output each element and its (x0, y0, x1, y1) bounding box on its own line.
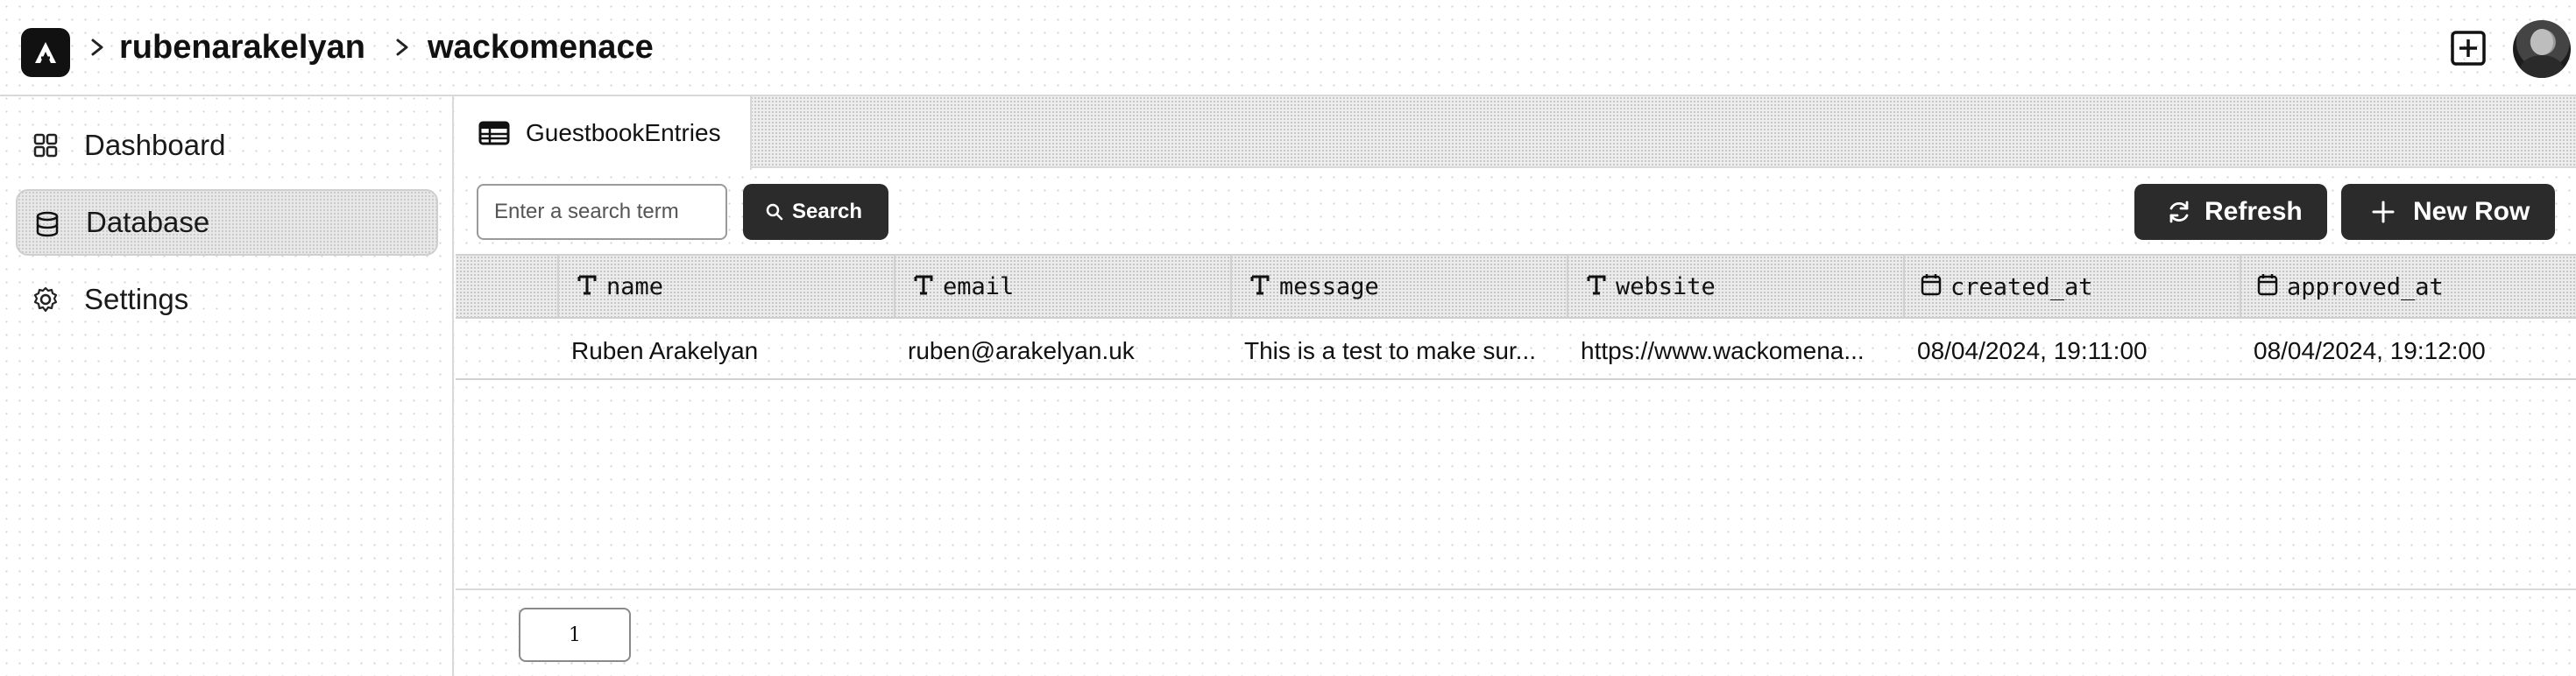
sidebar-item-dashboard[interactable]: Dashboard (16, 112, 438, 179)
cell-approved-at[interactable]: 08/04/2024, 19:12:00 (2254, 336, 2569, 366)
refresh-button-label: Refresh (2204, 197, 2303, 226)
cell-website[interactable]: https://www.wackomena... (1581, 336, 1898, 366)
tab-label: GuestbookEntries (526, 119, 721, 146)
refresh-icon (2169, 201, 2189, 223)
sidebar-item-database[interactable]: Database (16, 189, 438, 256)
table-row[interactable]: Ruben Arakelyan ruben@arakelyan.uk This … (456, 319, 2576, 380)
new-row-button-label: New Row (2413, 197, 2530, 226)
cell-name[interactable]: Ruben Arakelyan (571, 336, 887, 366)
text-type-icon (1249, 274, 1270, 302)
database-icon (36, 211, 59, 237)
column-header-approved-at[interactable]: approved_at (2257, 273, 2444, 303)
calendar-icon (2257, 273, 2278, 303)
cell-email[interactable]: ruben@arakelyan.uk (908, 336, 1223, 366)
logo-icon (35, 42, 56, 63)
sidebar: Dashboard Database Settings (0, 96, 454, 676)
refresh-button[interactable]: Refresh (2134, 184, 2327, 240)
text-type-icon (577, 274, 598, 302)
chevron-right-icon (393, 30, 414, 65)
gear-icon (33, 286, 58, 313)
avatar[interactable] (2513, 20, 2571, 78)
breadcrumb-account[interactable]: rubenarakelyan (119, 26, 365, 68)
chevron-right-icon (88, 30, 109, 65)
plus-icon (2372, 201, 2395, 223)
search-button-label: Search (792, 200, 863, 223)
tab-guestbookentries[interactable]: GuestbookEntries (456, 96, 752, 170)
search-icon (766, 203, 783, 221)
column-header-name[interactable]: name (577, 273, 663, 302)
sidebar-item-label: Database (86, 206, 210, 238)
text-type-icon (1586, 274, 1607, 302)
top-bar: rubenarakelyan wackomenace (0, 0, 2576, 96)
column-header-created-at[interactable]: created_at (1921, 273, 2093, 303)
column-header-email[interactable]: email (913, 273, 1014, 302)
column-header-message[interactable]: message (1249, 273, 1379, 302)
sidebar-item-settings[interactable]: Settings (16, 266, 438, 333)
text-type-icon (913, 274, 934, 302)
tab-bar: GuestbookEntries (456, 96, 2576, 170)
cell-message[interactable]: This is a test to make sur... (1244, 336, 1560, 366)
app-logo[interactable] (21, 28, 70, 77)
breadcrumb-project[interactable]: wackomenace (428, 26, 654, 68)
search-input[interactable] (477, 184, 727, 240)
sidebar-item-label: Dashboard (84, 129, 226, 161)
table-header: name email message website created_at ap… (456, 254, 2576, 319)
sidebar-item-label: Settings (84, 283, 189, 315)
cell-created-at[interactable]: 08/04/2024, 19:11:00 (1917, 336, 2233, 366)
search-button[interactable]: Search (743, 184, 888, 240)
calendar-icon (1921, 273, 1942, 303)
table-icon (478, 121, 510, 145)
page-button[interactable]: 1 (519, 608, 631, 662)
grid-icon (33, 133, 58, 158)
divider (456, 588, 2576, 590)
column-header-website[interactable]: website (1586, 273, 1716, 302)
new-row-button[interactable]: New Row (2341, 184, 2555, 240)
square-plus-icon[interactable] (2450, 30, 2487, 67)
